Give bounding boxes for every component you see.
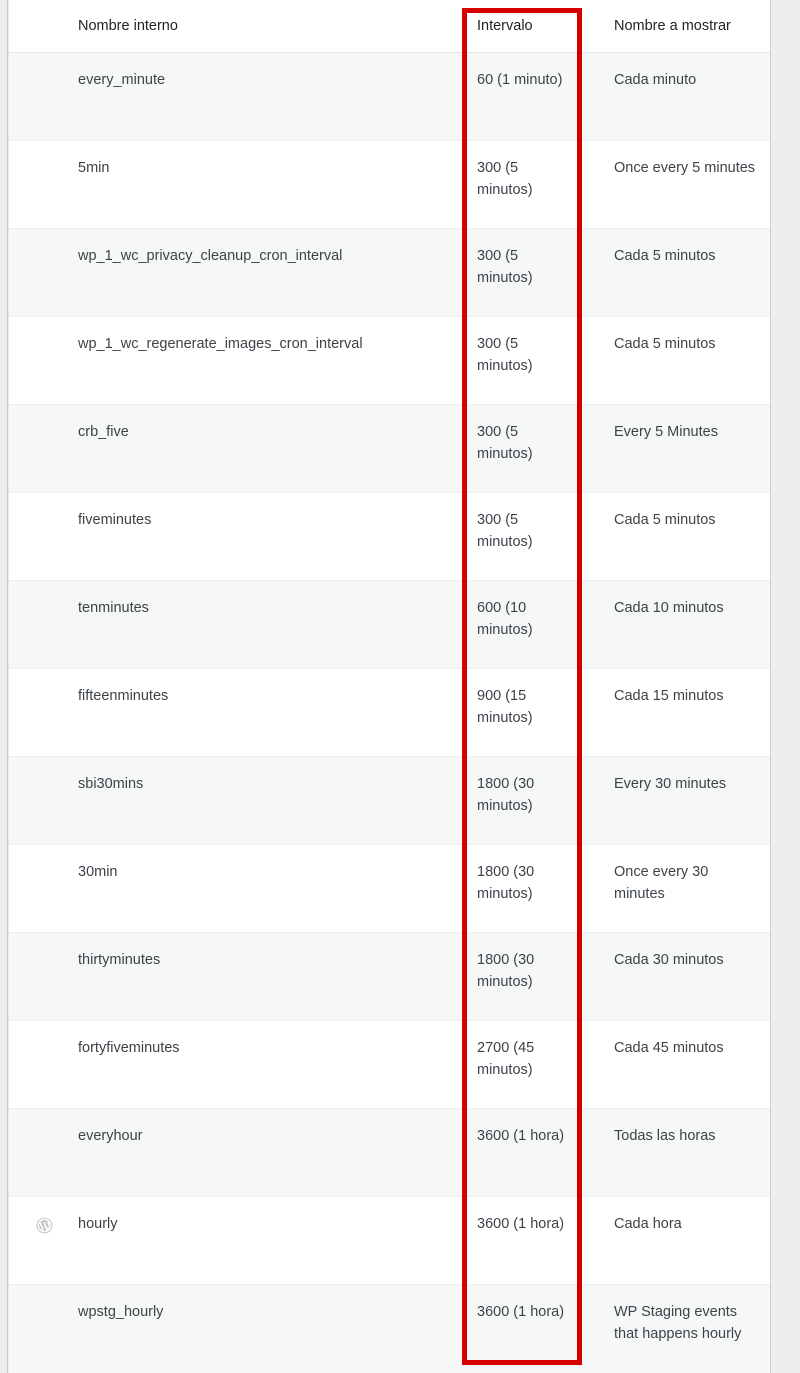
cell-internal-name: 5min xyxy=(9,140,464,229)
cell-display-name: Cada minuto xyxy=(585,52,770,141)
table-row: fiveminutes 300 (5 minutos) Cada 5 minutos xyxy=(9,492,770,581)
table-row: wpstg_hourly 3600 (1 hora) WP Staging even… xyxy=(9,1284,770,1373)
cell-interval: 3600 (1 hora) xyxy=(464,1108,585,1197)
cell-internal-name: 30min xyxy=(9,844,464,933)
table-row: sbi30mins 1800 (30 minutos) Every 30 minut… xyxy=(9,756,770,845)
cell-interval: 300 (5 minutos) xyxy=(464,492,585,581)
cell-interval: 300 (5 minutos) xyxy=(464,404,585,493)
cell-internal-name: wpstg_hourly xyxy=(9,1284,464,1373)
cell-display-name: Cada 5 minutos xyxy=(585,492,770,581)
cell-display-name: Every 5 Minutes xyxy=(585,404,770,493)
table-header-row: Nombre interno Intervalo Nombre a mostra… xyxy=(9,0,770,53)
cell-display-name: WP Staging events that happens hourly xyxy=(585,1284,770,1373)
cell-interval: 60 (1 minuto) xyxy=(464,52,585,141)
internal-name-text: everyhour xyxy=(78,1127,143,1144)
cell-display-name: Every 30 minutes xyxy=(585,756,770,845)
table-body: every_minute 60 (1 minuto) Cada minuto 5min… xyxy=(9,52,770,1373)
table-row: thirtyminutes 1800 (30 minutos) Cada 30 mi… xyxy=(9,932,770,1021)
cell-interval: 1800 (30 minutos) xyxy=(464,844,585,933)
cell-internal-name: every_minute xyxy=(9,52,464,141)
internal-name-text: sbi30mins xyxy=(78,775,144,792)
cell-display-name: Cada 5 minutos xyxy=(585,316,770,405)
cell-interval: 900 (15 minutos) xyxy=(464,668,585,757)
cell-interval: 1800 (30 minutos) xyxy=(464,932,585,1021)
cell-display-name: Cada 10 minutos xyxy=(585,580,770,669)
column-header-display-name[interactable]: Nombre a mostrar xyxy=(585,0,770,53)
cell-display-name: Cada 30 minutos xyxy=(585,932,770,1021)
table-row: fortyfiveminutes 2700 (45 minutos) Cada 45… xyxy=(9,1020,770,1109)
cell-internal-name: everyhour xyxy=(9,1108,464,1197)
cell-interval: 300 (5 minutos) xyxy=(464,140,585,229)
cell-internal-name: tenminutes xyxy=(9,580,464,669)
internal-name-text: tenminutes xyxy=(78,599,149,616)
cell-display-name: Todas las horas xyxy=(585,1108,770,1197)
table-row: everyhour 3600 (1 hora) Todas las horas xyxy=(9,1108,770,1197)
page-gutter-right xyxy=(770,0,800,1373)
cell-display-name: Once every 30 minutes xyxy=(585,844,770,933)
table-row: hourly 3600 (1 hora) Cada hora xyxy=(9,1196,770,1285)
table-row: wp_1_wc_regenerate_images_cron_interval 3… xyxy=(9,316,770,405)
column-header-interval[interactable]: Intervalo xyxy=(464,0,585,53)
cell-internal-name: fortyfiveminutes xyxy=(9,1020,464,1109)
internal-name-text: hourly xyxy=(78,1215,118,1232)
internal-name-text: 5min xyxy=(78,159,110,176)
table-row: every_minute 60 (1 minuto) Cada minuto xyxy=(9,52,770,141)
cell-internal-name: wp_1_wc_privacy_cleanup_cron_interval xyxy=(9,228,464,317)
table-row: 30min 1800 (30 minutos) Once every 30 minu… xyxy=(9,844,770,933)
internal-name-text: wpstg_hourly xyxy=(78,1303,164,1320)
cell-interval: 3600 (1 hora) xyxy=(464,1284,585,1373)
table-row: crb_five 300 (5 minutos) Every 5 Minutes xyxy=(9,404,770,493)
internal-name-text: every_minute xyxy=(78,71,166,88)
cell-internal-name: fifteenminutes xyxy=(9,668,464,757)
internal-name-text: fifteenminutes xyxy=(78,687,169,704)
cell-internal-name: crb_five xyxy=(9,404,464,493)
column-header-internal-name[interactable]: Nombre interno xyxy=(9,0,464,53)
cell-display-name: Once every 5 minutes xyxy=(585,140,770,229)
cell-internal-name: thirtyminutes xyxy=(9,932,464,1021)
cell-interval: 2700 (45 minutos) xyxy=(464,1020,585,1109)
internal-name-text: thirtyminutes xyxy=(78,951,161,968)
cell-internal-name: sbi30mins xyxy=(9,756,464,845)
internal-name-text: wp_1_wc_privacy_cleanup_cron_interval xyxy=(78,247,343,264)
cell-interval: 600 (10 minutos) xyxy=(464,580,585,669)
internal-name-text: fiveminutes xyxy=(78,511,152,528)
page-gutter-left xyxy=(0,0,8,1373)
internal-name-text: 30min xyxy=(78,863,118,880)
table-header: Nombre interno Intervalo Nombre a mostra… xyxy=(9,0,770,53)
internal-name-text: wp_1_wc_regenerate_images_cron_interval xyxy=(78,335,363,352)
cell-display-name: Cada 45 minutos xyxy=(585,1020,770,1109)
cell-display-name: Cada hora xyxy=(585,1196,770,1285)
cell-internal-name: fiveminutes xyxy=(9,492,464,581)
table-row: tenminutes 600 (10 minutos) Cada 10 minuto… xyxy=(9,580,770,669)
cell-display-name: Cada 15 minutos xyxy=(585,668,770,757)
table-row: fifteenminutes 900 (15 minutos) Cada 15 mi… xyxy=(9,668,770,757)
wordpress-icon xyxy=(35,1216,54,1235)
internal-name-text: fortyfiveminutes xyxy=(78,1039,180,1056)
cell-interval: 300 (5 minutos) xyxy=(464,228,585,317)
cron-schedules-table: Nombre interno Intervalo Nombre a mostra… xyxy=(9,0,770,1373)
cell-interval: 300 (5 minutos) xyxy=(464,316,585,405)
cell-interval: 3600 (1 hora) xyxy=(464,1196,585,1285)
table-row: 5min 300 (5 minutos) Once every 5 minutes xyxy=(9,140,770,229)
cell-internal-name: hourly xyxy=(9,1196,464,1285)
cell-internal-name: wp_1_wc_regenerate_images_cron_interval xyxy=(9,316,464,405)
internal-name-text: crb_five xyxy=(78,423,129,440)
cell-interval: 1800 (30 minutos) xyxy=(464,756,585,845)
cell-display-name: Cada 5 minutos xyxy=(585,228,770,317)
cron-schedules-table-container: Nombre interno Intervalo Nombre a mostra… xyxy=(9,0,770,1373)
table-row: wp_1_wc_privacy_cleanup_cron_interval 300… xyxy=(9,228,770,317)
